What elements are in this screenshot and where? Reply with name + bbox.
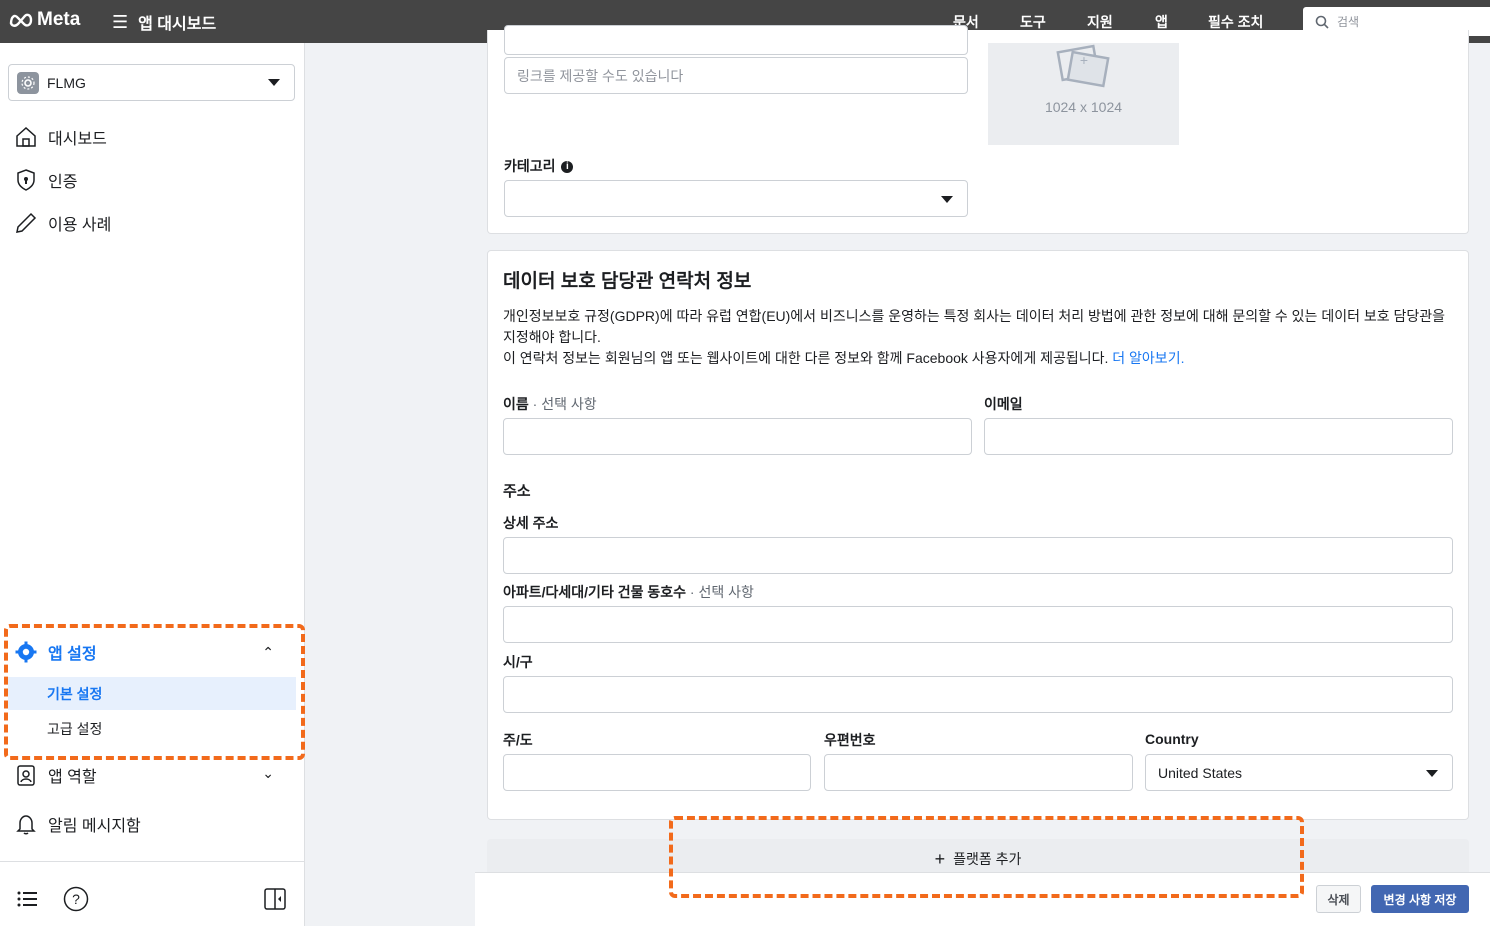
brand-name: Meta [37,9,81,30]
link-placeholder: 링크를 제공할 수도 있습니다 [517,67,684,84]
chevron-down-icon [941,196,953,203]
sidebar-item-label: 대시보드 [48,131,107,148]
sidebar-item-label: 알림 메시지함 [48,818,141,835]
apt-label: 아파트/다세대/기타 건물 동호수 · 선택 사항 [503,582,754,602]
country-select[interactable]: United States [1145,754,1453,791]
nav-tools[interactable]: 도구 [1020,12,1046,32]
meta-logo[interactable]: Meta [8,9,80,31]
shield-icon [12,166,40,194]
category-label-text: 카테고리 [504,158,556,174]
pencil-icon [12,209,40,237]
sidebar-item-label: 앱 역할 [48,769,97,786]
zip-input[interactable] [824,754,1133,791]
sidebar-item-label: 인증 [48,174,78,191]
add-platform-highlight [669,816,1304,898]
app-icon-upload[interactable]: + 1024 x 1024 [988,43,1179,145]
help-icon[interactable]: ? [63,886,89,917]
list-icon[interactable] [16,889,40,914]
app-selector[interactable]: FLMG [8,64,295,101]
sidebar-item-app-roles[interactable]: 앱 역할 [12,761,97,789]
save-changes-button[interactable]: 변경 사항 저장 [1371,885,1469,913]
link-input[interactable]: 링크를 제공할 수도 있습니다 [504,57,968,94]
optional-tag: · 선택 사항 [689,584,754,600]
dpo-description-line-2: 이 연락처 정보는 회원님의 앱 또는 웹사이트에 대한 다른 정보와 함께 F… [503,350,1109,366]
apt-input[interactable] [503,606,1453,643]
sidebar-item-dashboard[interactable]: 대시보드 [12,123,107,151]
sidebar-item-use-cases[interactable]: 이용 사례 [12,209,111,237]
street-label: 상세 주소 [503,515,559,531]
category-select[interactable] [504,180,968,217]
delete-button[interactable]: 삭제 [1316,885,1361,913]
nav-apps[interactable]: 앱 [1155,12,1168,32]
apt-label-text: 아파트/다세대/기타 건물 동호수 [503,584,686,600]
meta-infinity-icon [9,13,33,27]
image-size-label: 1024 x 1024 [1044,99,1123,115]
nav-support[interactable]: 지원 [1087,12,1113,32]
app-name: FLMG [47,74,86,91]
name-input[interactable] [503,418,972,455]
id-badge-icon [12,761,40,789]
search-icon [1315,15,1329,29]
app-dashboard-menu[interactable]: ☰ 앱 대시보드 [112,10,216,34]
collapse-sidebar-icon[interactable] [263,887,287,916]
sidebar: FLMG 대시보드 인증 이용 사례 앱 설정 ⌃ 기본 설정 고급 설정 앱 … [0,43,305,926]
state-input[interactable] [503,754,811,791]
dpo-description: 개인정보보호 규정(GDPR)에 따라 유럽 연합(EU)에서 비즈니스를 운영… [503,306,1458,369]
name-label: 이름 · 선택 사항 [503,394,597,414]
email-label: 이메일 [984,396,1023,412]
chevron-down-icon[interactable]: ⌄ [262,765,274,782]
app-settings-highlight [4,624,305,760]
chevron-down-icon [268,79,280,86]
address-title: 주소 [503,483,531,500]
app-dashboard-label: 앱 대시보드 [138,16,217,33]
city-input[interactable] [503,676,1453,713]
home-icon [12,123,40,151]
optional-tag: · 선택 사항 [532,396,597,412]
state-label: 주/도 [503,732,533,748]
name-label-text: 이름 [503,396,529,412]
sidebar-item-notifications[interactable]: 알림 메시지함 [12,810,141,838]
app-gear-icon [17,71,39,94]
chevron-down-icon [1426,770,1438,777]
street-input[interactable] [503,537,1453,574]
country-label: Country [1145,731,1199,747]
city-label: 시/구 [503,654,533,670]
svg-text:?: ? [72,891,80,907]
category-label: 카테고리 i [504,156,574,176]
previous-field[interactable] [504,25,968,55]
zip-label: 우편번호 [824,732,876,748]
bell-icon [12,810,40,838]
sidebar-footer: ? [0,861,305,912]
hamburger-icon: ☰ [112,11,129,32]
info-icon[interactable]: i [561,161,574,174]
image-placeholder-icon: + [1055,44,1110,88]
sidebar-item-verification[interactable]: 인증 [12,166,77,194]
email-input[interactable] [984,418,1453,455]
learn-more-link[interactable]: 더 알아보기. [1112,350,1184,366]
sidebar-item-label: 이용 사례 [48,217,112,234]
search-placeholder: 검색 [1337,15,1360,29]
svg-text:+: + [1079,52,1087,68]
dpo-description-line-1: 개인정보보호 규정(GDPR)에 따라 유럽 연합(EU)에서 비즈니스를 운영… [503,308,1446,345]
country-value: United States [1158,764,1243,781]
dpo-section-title: 데이터 보호 담당관 연락처 정보 [503,271,752,292]
nav-required-actions[interactable]: 필수 조치 [1208,12,1263,32]
